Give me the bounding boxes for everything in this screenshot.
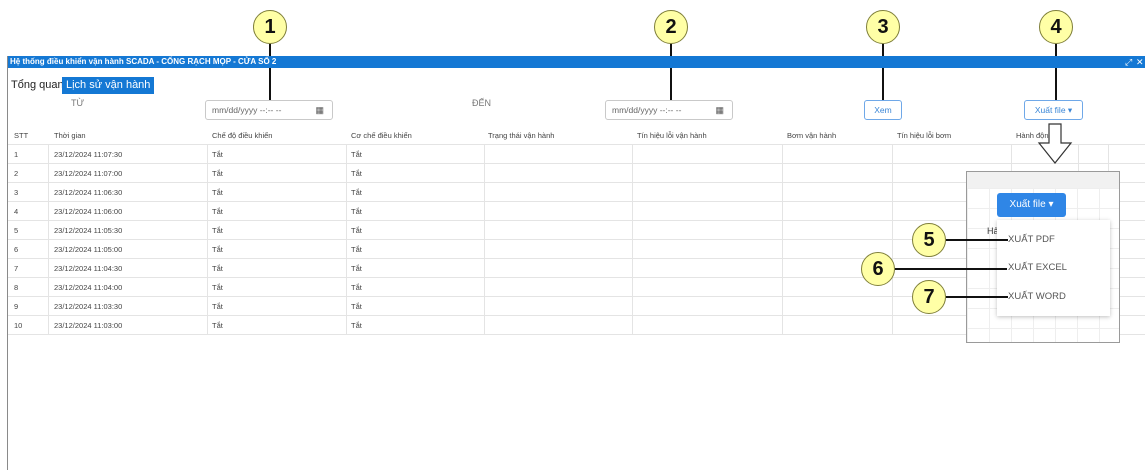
cell-control-mode: Tắt	[212, 207, 223, 216]
from-date-input[interactable]: mm/dd/yyyy --:-- -- ▦	[205, 100, 333, 120]
cell-control-mechanism: Tắt	[351, 264, 362, 273]
callout-6: 6	[861, 252, 895, 286]
cell-stt: 9	[14, 302, 19, 311]
cell-stt: 3	[14, 188, 19, 197]
cell-stt: 6	[14, 245, 19, 254]
maximize-icon[interactable]: ⤢	[1125, 56, 1132, 68]
cell-control-mechanism: Tắt	[351, 321, 362, 330]
cell-time: 23/12/2024 11:05:00	[54, 245, 123, 254]
header-operation-status: Trạng thái vận hành	[488, 131, 555, 140]
menu-item-export-excel[interactable]: XUẤT EXCEL	[1008, 262, 1067, 273]
cell-time: 23/12/2024 11:03:30	[54, 302, 123, 311]
cell-stt: 1	[14, 150, 19, 159]
cell-control-mode: Tắt	[212, 226, 223, 235]
from-date-placeholder: mm/dd/yyyy --:-- --	[212, 105, 282, 115]
callout-5-line	[946, 239, 1008, 241]
tab-overview[interactable]: Tổng quan	[11, 77, 64, 94]
tab-history[interactable]: Lịch sử vận hành	[62, 77, 155, 94]
export-dropdown-menu: XUẤT PDF XUẤT EXCEL XUẤT WORD	[997, 220, 1110, 316]
cell-control-mode: Tắt	[212, 150, 223, 159]
down-arrow-icon	[1037, 123, 1073, 164]
window-title: Hệ thống điều khiển vận hành SCADA - CỐN…	[10, 57, 277, 66]
from-label: TỪ	[71, 98, 85, 108]
callout-3: 3	[866, 10, 900, 44]
cell-time: 23/12/2024 11:07:30	[54, 150, 123, 159]
to-date-input[interactable]: mm/dd/yyyy --:-- -- ▦	[605, 100, 733, 120]
cell-control-mode: Tắt	[212, 321, 223, 330]
cell-control-mechanism: Tắt	[351, 207, 362, 216]
zoom-header-band	[967, 172, 1119, 188]
cell-time: 23/12/2024 11:07:00	[54, 169, 123, 178]
to-label: ĐẾN	[472, 98, 492, 108]
header-control-mode: Chế độ điều khiển	[212, 131, 273, 140]
callout-5: 5	[912, 223, 946, 257]
cell-control-mode: Tắt	[212, 302, 223, 311]
cell-control-mechanism: Tắt	[351, 302, 362, 311]
header-pump-operation: Bơm vận hành	[787, 131, 837, 140]
header-control-mechanism: Cơ chế điều khiển	[351, 131, 412, 140]
cell-stt: 8	[14, 283, 19, 292]
header-stt: STT	[14, 131, 29, 140]
cell-stt: 2	[14, 169, 19, 178]
callout-1: 1	[253, 10, 287, 44]
table-header: STT Thời gian Chế độ điều khiển Cơ chế đ…	[8, 127, 1145, 144]
cell-time: 23/12/2024 11:06:30	[54, 188, 123, 197]
to-date-placeholder: mm/dd/yyyy --:-- --	[612, 105, 682, 115]
cell-control-mode: Tắt	[212, 283, 223, 292]
table-row[interactable]: 1 23/12/2024 11:07:30 Tắt Tắt	[8, 144, 1145, 163]
callout-6-line	[895, 268, 1007, 270]
export-file-button[interactable]: Xuất file ▾	[1024, 100, 1083, 120]
header-pump-error: Tín hiệu lỗi bơm	[897, 131, 952, 140]
callout-7-line	[946, 296, 1008, 298]
close-icon[interactable]: ✕	[1136, 56, 1144, 68]
callout-4: 4	[1039, 10, 1073, 44]
cell-control-mechanism: Tắt	[351, 245, 362, 254]
title-bar: Hệ thống điều khiển vận hành SCADA - CỐN…	[8, 56, 1145, 68]
header-time: Thời gian	[54, 131, 86, 140]
callout-2: 2	[654, 10, 688, 44]
cell-time: 23/12/2024 11:03:00	[54, 321, 123, 330]
calendar-icon[interactable]: ▦	[715, 101, 724, 119]
cell-control-mode: Tắt	[212, 264, 223, 273]
cell-control-mechanism: Tắt	[351, 169, 362, 178]
export-file-button-zoomed[interactable]: Xuất file ▾	[997, 193, 1066, 217]
cell-stt: 7	[14, 264, 19, 273]
cell-control-mechanism: Tắt	[351, 283, 362, 292]
cell-stt: 4	[14, 207, 19, 216]
cell-control-mode: Tắt	[212, 169, 223, 178]
cell-time: 23/12/2024 11:04:30	[54, 264, 123, 273]
cell-stt: 5	[14, 226, 19, 235]
cell-stt: 10	[14, 321, 23, 330]
cell-control-mode: Tắt	[212, 188, 223, 197]
cell-control-mechanism: Tắt	[351, 226, 362, 235]
calendar-icon[interactable]: ▦	[315, 101, 324, 119]
menu-item-export-pdf[interactable]: XUẤT PDF	[1008, 234, 1055, 245]
cell-control-mode: Tắt	[212, 245, 223, 254]
cell-time: 23/12/2024 11:04:00	[54, 283, 123, 292]
cell-time: 23/12/2024 11:05:30	[54, 226, 123, 235]
menu-item-export-word[interactable]: XUẤT WORD	[1008, 291, 1066, 302]
callout-7: 7	[912, 280, 946, 314]
view-button[interactable]: Xem	[864, 100, 902, 120]
cell-time: 23/12/2024 11:06:00	[54, 207, 123, 216]
cell-control-mechanism: Tắt	[351, 188, 362, 197]
export-zoom-panel: Xuất file ▾ Hả XUẤT PDF XUẤT EXCEL XUẤT …	[966, 171, 1120, 343]
cell-control-mechanism: Tắt	[351, 150, 362, 159]
header-operation-error: Tín hiệu lỗi vận hành	[637, 131, 707, 140]
